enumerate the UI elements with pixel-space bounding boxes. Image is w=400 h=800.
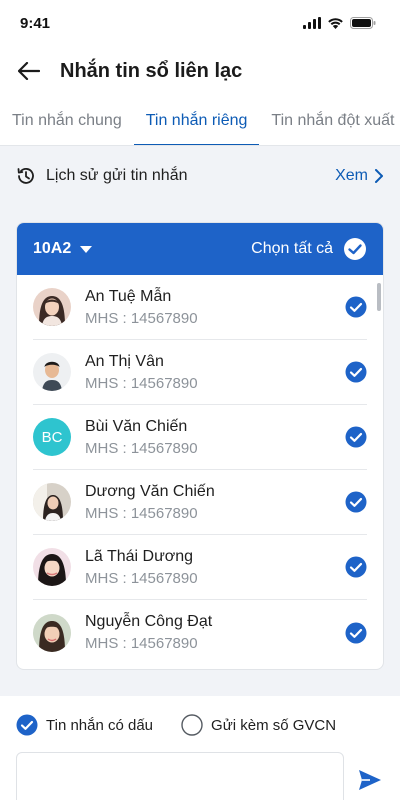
student-info: Nguyễn Công Đạt MHS : 14567890 (85, 613, 345, 652)
history-left: Lịch sử gửi tin nhắn (16, 166, 188, 186)
class-dropdown[interactable]: 10A2 (33, 240, 93, 258)
status-time: 9:41 (20, 14, 51, 32)
student-row[interactable]: Lã Thái Dương MHS : 14567890 (33, 535, 367, 600)
student-id: MHS : 14567890 (85, 635, 198, 652)
battery-icon (350, 17, 376, 29)
student-name: Lã Thái Dương (85, 547, 194, 565)
tab-private-message[interactable]: Tin nhắn riêng (133, 96, 260, 145)
student-id: MHS : 14567890 (85, 374, 198, 392)
student-info: Lã Thái Dương MHS : 14567890 (85, 548, 345, 587)
check-circle-icon[interactable] (345, 491, 367, 513)
student-id: MHS : 14567890 (85, 569, 198, 587)
student-name: An Thị Vân (85, 352, 164, 370)
student-id: MHS : 14567890 (85, 439, 198, 457)
student-list-scrollbar[interactable] (377, 283, 381, 311)
check-circle-icon[interactable] (345, 296, 367, 318)
check-circle-icon[interactable] (345, 556, 367, 578)
student-name: Dương Văn Chiến (85, 482, 215, 500)
arrow-left-icon (18, 62, 40, 80)
class-card-header: 10A2 Chọn tất cả (17, 223, 383, 275)
select-all-label: Chọn tất cả (251, 240, 333, 257)
tab-bar: Tin nhắn chung Tin nhắn riêng Tin nhắn đ… (0, 96, 400, 146)
accent-option-label: Tin nhắn có dấu (46, 716, 154, 734)
check-circle-icon[interactable] (345, 361, 367, 383)
student-avatar-initials: BC (33, 418, 71, 456)
select-all-check-icon (344, 238, 366, 260)
status-bar: 9:41 (0, 0, 400, 46)
message-input[interactable] (16, 752, 344, 800)
caret-down-icon (80, 245, 93, 253)
student-avatar (33, 288, 71, 326)
message-history-bar: Lịch sử gửi tin nhắn Xem (0, 146, 400, 206)
gvcn-option[interactable]: Gửi kèm số GVCN (181, 714, 336, 736)
tab-general-message[interactable]: Tin nhắn chung (0, 96, 134, 145)
message-options: Tin nhắn có dấu Gửi kèm số GVCN (16, 712, 384, 738)
signal-icon (303, 17, 321, 29)
avatar-photo-icon (33, 353, 71, 391)
status-icons (303, 17, 376, 29)
accent-option[interactable]: Tin nhắn có dấu (16, 714, 153, 736)
send-icon (359, 770, 381, 790)
student-row[interactable]: BC Bùi Văn Chiến MHS : 14567890 (33, 405, 367, 470)
student-row[interactable]: An Tuệ Mẫn MHS : 14567890 (33, 275, 367, 340)
student-info: An Tuệ Mẫn MHS : 14567890 (85, 288, 345, 327)
student-avatar (33, 548, 71, 586)
send-button[interactable] (356, 766, 384, 794)
unchecked-circle-icon (181, 714, 203, 736)
view-history-button[interactable]: Xem (335, 167, 384, 185)
page-title: Nhắn tin sổ liên lạc (60, 59, 243, 82)
avatar-photo-icon (33, 548, 71, 586)
student-id: MHS : 14567890 (85, 504, 198, 522)
class-name: 10A2 (33, 240, 72, 257)
avatar-photo-icon (33, 483, 71, 521)
history-label: Lịch sử gửi tin nhắn (46, 167, 188, 184)
student-list: An Tuệ Mẫn MHS : 14567890 An Thị Vân MHS… (17, 275, 383, 665)
avatar-photo-icon (33, 288, 71, 326)
history-clock-icon (17, 168, 34, 184)
tab-urgent-message[interactable]: Tin nhắn đột xuất (259, 96, 400, 145)
student-row[interactable]: An Thị Vân MHS : 14567890 (33, 340, 367, 405)
wifi-icon (328, 18, 343, 29)
view-history-label: Xem (335, 167, 368, 184)
gvcn-option-label: Gửi kèm số GVCN (211, 716, 337, 734)
compose-row (16, 752, 384, 800)
student-info: Dương Văn Chiến MHS : 14567890 (85, 483, 345, 522)
student-avatar (33, 483, 71, 521)
student-row[interactable]: Dương Văn Chiến MHS : 14567890 (33, 470, 367, 535)
student-name: An Tuệ Mẫn (85, 287, 172, 305)
app-header: Nhắn tin sổ liên lạc (0, 46, 400, 96)
back-button[interactable] (16, 58, 42, 84)
compose-area: Tin nhắn có dấu Gửi kèm số GVCN (0, 698, 400, 800)
select-all-button[interactable]: Chọn tất cả (251, 237, 367, 261)
student-avatar (33, 353, 71, 391)
avatar-photo-icon (33, 613, 71, 652)
content-area: 10A2 Chọn tất cả An Tuệ Mẫn MHS: 145678… (0, 206, 400, 696)
check-circle-icon[interactable] (345, 622, 367, 644)
student-avatar (33, 613, 71, 652)
student-name: Bùi Văn Chiến (85, 417, 188, 435)
student-info: Bùi Văn Chiến MHS : 14567890 (85, 418, 345, 457)
chevron-right-icon (375, 169, 383, 183)
student-id: MHS : 14567890 (85, 309, 198, 327)
student-info: An Thị Vân MHS : 14567890 (85, 353, 345, 392)
class-card: 10A2 Chọn tất cả An Tuệ Mẫn MHS: 145678… (16, 222, 384, 670)
student-name: Nguyễn Công Đạt (85, 613, 213, 630)
checked-circle-icon (16, 714, 38, 736)
student-row[interactable]: Nguyễn Công Đạt MHS : 14567890 (33, 600, 367, 665)
check-circle-icon[interactable] (345, 426, 367, 448)
